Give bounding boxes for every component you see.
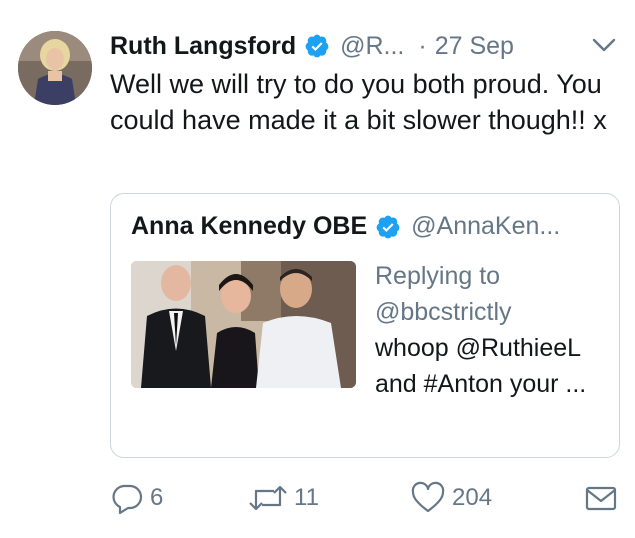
- author-name[interactable]: Ruth Langsford: [110, 32, 296, 61]
- reply-count: 6: [150, 484, 164, 511]
- photo-image: [131, 261, 356, 388]
- like-icon: [411, 481, 445, 513]
- quoted-tweet-header: Anna Kennedy OBE @AnnaKen...: [131, 212, 607, 241]
- quoted-tweet-text: whoop @RuthieeL and #Anton your ...: [375, 334, 587, 398]
- tweet-date[interactable]: 27 Sep: [435, 32, 514, 61]
- retweet-icon: [249, 485, 287, 511]
- direct-message-icon: [585, 486, 617, 511]
- direct-message-button[interactable]: [584, 478, 618, 518]
- reply-button[interactable]: 6: [110, 478, 163, 518]
- author-handle[interactable]: @R...: [340, 32, 404, 61]
- verified-badge-icon: [376, 215, 400, 238]
- tweet-header: Ruth Langsford @R... · 27 Sep: [110, 28, 617, 64]
- like-count: 204: [452, 484, 493, 511]
- quoted-tweet-text-block: Replying to @bbcstrictly whoop @RuthieeL…: [375, 258, 605, 402]
- retweet-count: 11: [294, 484, 319, 511]
- verified-badge-icon: [305, 34, 329, 58]
- avatar-image: [18, 31, 92, 105]
- replying-to-label: Replying to: [375, 262, 501, 290]
- separator-dot: ·: [418, 31, 427, 60]
- quoted-tweet[interactable]: Anna Kennedy OBE @AnnaKen... Replying to…: [110, 193, 620, 458]
- replying-to-handle: @bbcstrictly: [375, 298, 512, 326]
- tweet-text: Well we will try to do you both proud. Y…: [110, 69, 607, 135]
- avatar[interactable]: [18, 31, 92, 105]
- tweet-actions: 6 11 204: [110, 478, 622, 518]
- quoted-tweet-photo[interactable]: [131, 261, 356, 388]
- reply-icon: [112, 484, 143, 515]
- quoted-author-handle: @AnnaKen...: [411, 212, 561, 240]
- chevron-down-icon[interactable]: [591, 34, 617, 56]
- quoted-author-name: Anna Kennedy OBE: [131, 212, 368, 240]
- like-button[interactable]: 204: [410, 478, 492, 518]
- retweet-button[interactable]: 11: [248, 478, 319, 518]
